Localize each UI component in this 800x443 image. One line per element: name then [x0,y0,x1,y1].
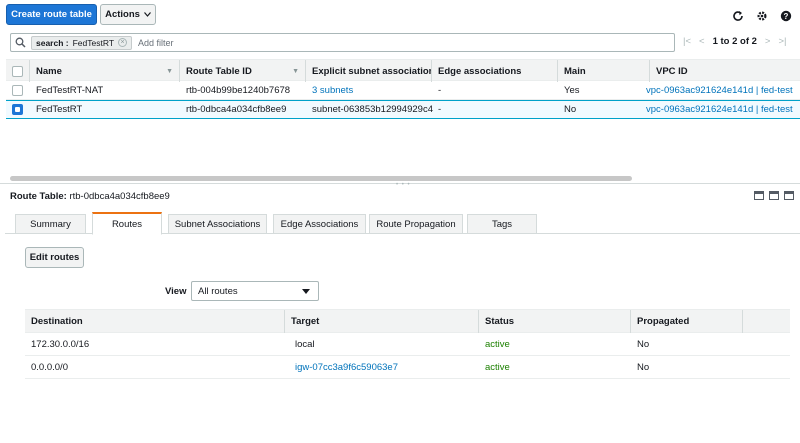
gear-icon[interactable] [756,10,768,22]
view-select[interactable]: All routes [191,281,319,301]
cell-name: FedTestRT [36,104,83,115]
column-header-main[interactable]: Main [558,60,650,82]
tab-edge-associations[interactable]: Edge Associations [273,214,366,234]
table-header-row: Name ▼ Route Table ID ▼ Explicit subnet as… [6,59,800,82]
cell-subnet: subnet-063853b12994929c4 [312,104,433,115]
panel-layout-controls [754,191,794,200]
last-page-icon[interactable]: >| [778,36,786,47]
help-icon[interactable]: ? [780,10,792,22]
table-row-selected[interactable]: FedTestRT rtb-0dbca4a034cfb8ee9 subnet-0… [6,100,800,119]
resize-grip-icon[interactable]: • • • [396,182,411,188]
column-header-explicit-subnet[interactable]: Explicit subnet association [306,60,432,82]
svg-text:?: ? [784,12,789,21]
routes-header-row: Destination Target Status Propagated [25,309,790,333]
row-checkbox[interactable] [12,84,23,96]
cell-destination: 0.0.0.0/0 [31,362,68,373]
column-header-propagated[interactable]: Propagated [631,310,743,333]
cell-propagated: No [637,362,650,373]
panel-full-icon[interactable] [784,191,794,200]
chevron-down-icon [143,12,151,17]
row-checkbox-checked[interactable] [12,104,23,115]
detail-title-label: Route Table: [10,191,67,202]
tab-summary[interactable]: Summary [15,214,86,234]
select-all-checkbox[interactable] [12,65,23,77]
column-header-route-table-id[interactable]: Route Table ID ▼ [180,60,306,82]
search-icon [15,37,26,48]
first-page-icon[interactable]: |< [683,36,691,47]
cell-target: local [295,339,315,350]
tab-route-propagation[interactable]: Route Propagation [369,214,463,234]
view-label: View [165,286,187,297]
search-token-value: FedTestRT [72,37,115,48]
cell-target-link[interactable]: igw-07cc3a9f6c59063e7 [289,356,398,379]
cell-edge: - [438,104,442,115]
refresh-icon[interactable] [732,10,744,22]
sort-icon: ▼ [292,67,299,75]
search-token[interactable]: search : FedTestRT × [31,35,133,50]
route-row: 172.30.0.0/16 local active No [25,333,790,356]
column-header-name[interactable]: Name ▼ [30,60,180,82]
prev-page-icon[interactable]: < [699,36,705,47]
create-route-table-button[interactable]: Create route table [6,4,97,25]
column-header-edge-associations[interactable]: Edge associations [432,60,558,82]
edit-routes-button[interactable]: Edit routes [25,247,84,268]
cell-name: FedTestRT-NAT [36,84,104,96]
cell-edge: - [438,84,442,96]
panel-split-icon[interactable] [769,191,779,200]
pagination: |< < 1 to 2 of 2 > >| [683,36,787,47]
next-page-icon[interactable]: > [765,36,771,47]
tab-subnet-associations[interactable]: Subnet Associations [168,214,267,234]
tab-routes[interactable]: Routes [92,212,162,235]
table-row[interactable]: FedTestRT-NAT rtb-004b99be1240b7678 3 su… [6,81,800,100]
dropdown-caret-icon [302,289,310,294]
tab-tags[interactable]: Tags [467,214,537,234]
view-select-value: All routes [198,285,238,297]
detail-title-value: rtb-0dbca4a034cfb8ee9 [69,191,170,202]
route-row: 0.0.0.0/0 igw-07cc3a9f6c59063e7 active N… [25,356,790,379]
search-token-key: search : [36,37,69,48]
add-filter-input[interactable]: Add filter [138,38,174,48]
cell-status: active [485,362,510,373]
column-header-vpc-id[interactable]: VPC ID [650,60,800,82]
cell-subnet-link[interactable]: 3 subnets [312,85,353,96]
cell-vpc-link[interactable]: vpc-0963ac921624e141d | fed-test [646,104,793,115]
search-filter-bar[interactable]: search : FedTestRT × Add filter [10,33,675,52]
page-count: 1 to 2 of 2 [712,36,757,47]
cell-route-table-id: rtb-0dbca4a034cfb8ee9 [186,104,287,115]
cell-propagated: No [637,339,650,350]
cell-status: active [485,339,510,350]
column-header-status[interactable]: Status [479,310,631,333]
detail-tabs: Summary Routes Subnet Associations Edge … [5,212,800,235]
actions-label: Actions [105,9,140,20]
remove-token-icon[interactable]: × [118,38,128,47]
panel-bottom-icon[interactable] [754,191,764,200]
horizontal-scrollbar[interactable] [10,176,632,181]
sort-icon: ▼ [166,67,173,75]
detail-title: Route Table: rtb-0dbca4a034cfb8ee9 [10,191,170,202]
cell-main: No [564,104,577,115]
column-header-destination[interactable]: Destination [25,310,285,333]
actions-dropdown-button[interactable]: Actions [100,4,156,25]
cell-main: Yes [564,84,580,96]
cell-destination: 172.30.0.0/16 [31,339,90,350]
cell-route-table-id: rtb-004b99be1240b7678 [186,84,291,96]
cell-vpc-link[interactable]: vpc-0963ac921624e141d | fed-test [646,85,793,96]
column-header-target[interactable]: Target [285,310,479,333]
